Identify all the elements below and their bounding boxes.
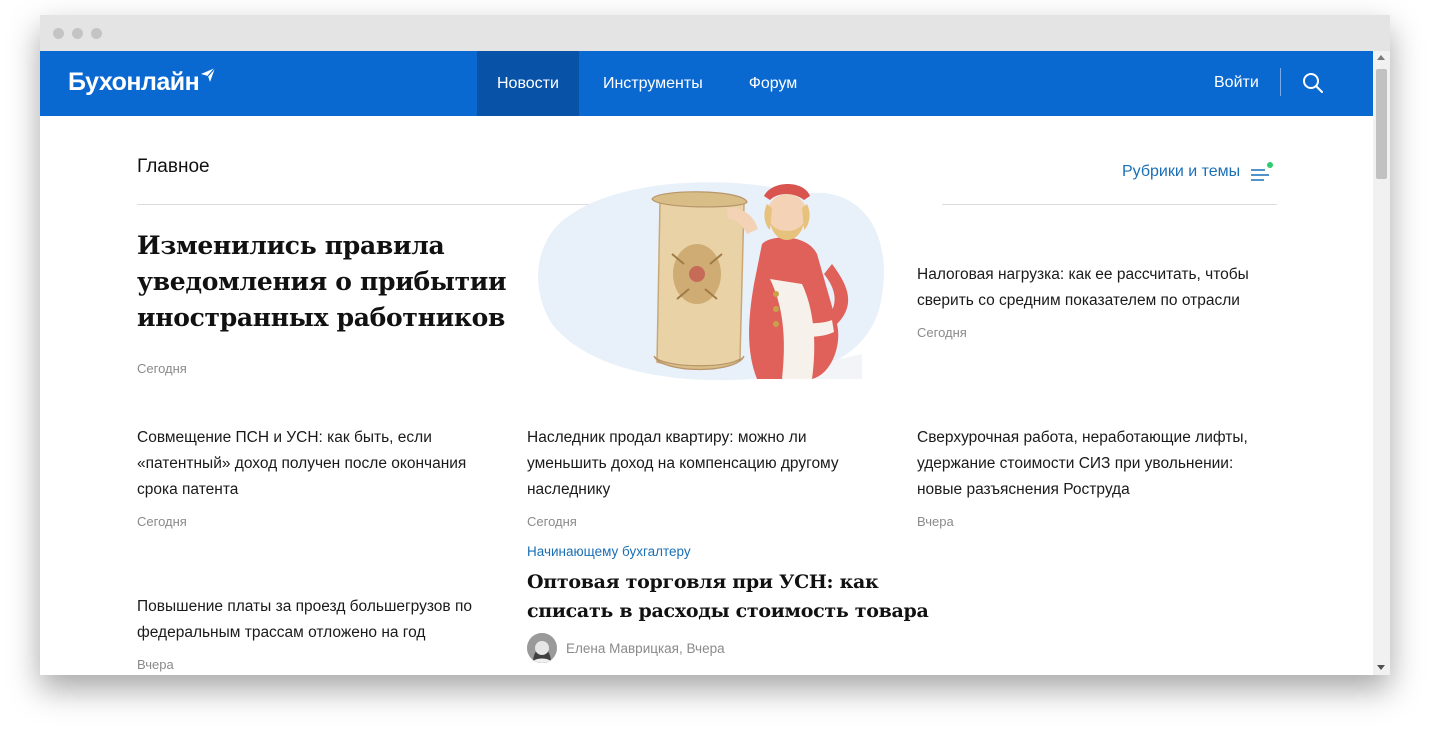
article-date: Вчера — [137, 657, 174, 672]
article-date: Сегодня — [137, 514, 187, 529]
site-logo[interactable]: Бухонлайн — [68, 67, 216, 97]
rubrics-label: Рубрики и темы — [1122, 163, 1241, 180]
nav-news[interactable]: Новости — [477, 51, 579, 116]
section-divider-right — [942, 204, 1277, 205]
login-link[interactable]: Войти — [1214, 74, 1259, 92]
featured-article-title[interactable]: Оптовая торговля при УСН: как списать в … — [527, 568, 937, 626]
logo-text: Бухонлайн — [68, 68, 200, 96]
article-title[interactable]: Наследник продал квартиру: можно ли умен… — [527, 425, 877, 503]
main-nav: Новости Инструменты Форум — [477, 51, 819, 116]
window-close-dot[interactable] — [53, 28, 64, 39]
site-header: Бухонлайн Новости Инструменты Форум Войт… — [40, 51, 1373, 116]
list-item[interactable]: Совмещение ПСН и УСН: как быть, если «па… — [137, 425, 487, 535]
browser-window: Бухонлайн Новости Инструменты Форум Войт… — [40, 15, 1390, 675]
nav-tools[interactable]: Инструменты — [579, 51, 725, 116]
lead-article-title[interactable]: Изменились правила уведомления о прибыти… — [137, 228, 627, 336]
header-divider — [1280, 68, 1281, 96]
scroll-thumb[interactable] — [1376, 69, 1387, 179]
section-title: Главное — [137, 156, 210, 177]
page-scrollbar[interactable] — [1373, 51, 1390, 675]
menu-lines-icon — [1251, 162, 1274, 181]
window-minimize-dot[interactable] — [72, 28, 83, 39]
list-item[interactable]: Сверхурочная работа, неработающие лифты,… — [917, 425, 1267, 535]
browser-titlebar — [40, 15, 1390, 51]
nav-forum[interactable]: Форум — [725, 51, 820, 116]
main-content: Главное Рубрики и темы Изменились правил… — [40, 116, 1373, 675]
avatar — [527, 633, 557, 663]
article-title[interactable]: Повышение платы за проезд большегрузов п… — [137, 594, 487, 646]
article-date: Вчера — [917, 514, 954, 529]
side-article[interactable]: Налоговая нагрузка: как ее рассчитать, ч… — [917, 262, 1272, 346]
search-icon[interactable] — [1302, 72, 1324, 94]
side-article-date: Сегодня — [917, 325, 967, 340]
article-title[interactable]: Сверхурочная работа, неработающие лифты,… — [917, 425, 1267, 503]
side-article-title[interactable]: Налоговая нагрузка: как ее рассчитать, ч… — [917, 262, 1272, 314]
article-date: Сегодня — [527, 514, 577, 529]
scroll-up-arrow-icon[interactable] — [1377, 55, 1385, 60]
window-maximize-dot[interactable] — [91, 28, 102, 39]
list-item[interactable]: Наследник продал квартиру: можно ли умен… — [527, 425, 877, 535]
featured-rubric-link[interactable]: Начинающему бухгалтеру — [527, 544, 691, 559]
rubrics-button[interactable]: Рубрики и темы — [1122, 162, 1274, 182]
article-title[interactable]: Совмещение ПСН и УСН: как быть, если «па… — [137, 425, 487, 503]
list-item[interactable]: Повышение платы за проезд большегрузов п… — [137, 594, 487, 675]
scroll-down-arrow-icon[interactable] — [1377, 665, 1385, 670]
logo-arrow-icon — [201, 67, 216, 82]
featured-author: Елена Маврицкая, Вчера — [527, 633, 725, 663]
author-name-date: Елена Маврицкая, Вчера — [566, 640, 725, 656]
lead-article-date: Сегодня — [137, 361, 187, 376]
